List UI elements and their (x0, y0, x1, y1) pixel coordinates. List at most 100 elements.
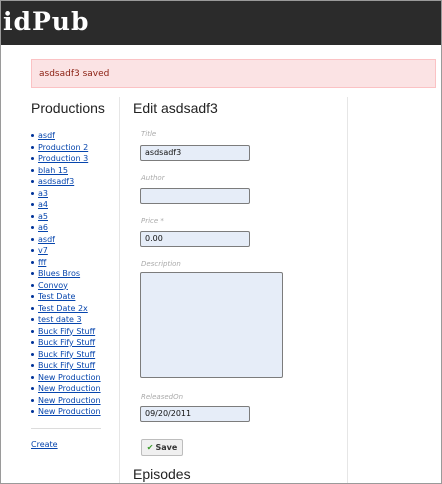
app-title: idPub (3, 7, 90, 36)
checkmark-icon: ✔ (146, 443, 154, 452)
bullet-icon (31, 398, 34, 402)
edit-heading: Edit asdsadf3 (133, 100, 218, 116)
bullet-icon (31, 387, 34, 390)
save-button[interactable]: ✔ Save (141, 439, 183, 456)
released-on-label: ReleasedOn (141, 393, 184, 401)
bullet-icon (31, 203, 34, 206)
production-link[interactable]: a4 (38, 200, 48, 209)
bullet-icon (31, 180, 34, 183)
author-field[interactable] (140, 188, 250, 204)
list-item: asdsadf3 (31, 176, 105, 188)
price-label: Price * (141, 217, 164, 225)
create-link[interactable]: Create (31, 440, 58, 449)
bullet-icon (31, 214, 34, 218)
production-link[interactable]: New Production (38, 373, 101, 382)
bullet-icon (31, 157, 34, 160)
title-label: Title (141, 130, 157, 138)
production-link[interactable]: Production 2 (38, 143, 88, 152)
bullet-icon (31, 318, 34, 321)
production-link[interactable]: Production 3 (38, 154, 88, 163)
production-link[interactable]: Test Date (38, 292, 75, 301)
list-item: Production 3 (31, 153, 105, 165)
bullet-icon (31, 191, 34, 195)
production-link[interactable]: New Production (38, 384, 101, 393)
list-item: Production 2 (31, 142, 105, 154)
production-link[interactable]: asdf (38, 131, 55, 140)
production-link[interactable]: a5 (38, 212, 48, 221)
production-link[interactable]: New Production (38, 407, 101, 416)
list-item: a6 (31, 222, 105, 234)
description-label: Description (141, 260, 181, 268)
list-item: Buck Fify Stuff (31, 349, 105, 361)
production-link[interactable]: v7 (38, 246, 48, 255)
list-item: Convoy (31, 280, 105, 292)
description-textarea[interactable] (140, 272, 283, 378)
production-link[interactable]: fff (38, 258, 46, 267)
bullet-icon (31, 237, 34, 241)
production-link[interactable]: Buck Fify Stuff (38, 350, 95, 359)
list-item: New Production (31, 406, 105, 418)
list-item: test date 3 (31, 314, 105, 326)
list-item: Test Date (31, 291, 105, 303)
list-item: a5 (31, 211, 105, 223)
bullet-icon (31, 341, 34, 344)
bullet-icon (31, 375, 34, 379)
list-item: New Production (31, 372, 105, 384)
list-item: asdf (31, 130, 105, 142)
production-link[interactable]: asdf (38, 235, 55, 244)
sidebar-heading: Productions (31, 100, 105, 116)
production-list: asdf Production 2 Production 3 blah 15 asdsa… (31, 130, 105, 418)
column-divider-right (347, 97, 348, 483)
app-header: idPub (1, 1, 441, 45)
production-link[interactable]: a6 (38, 223, 48, 232)
released-on-field[interactable]: 09/20/2011 (140, 406, 250, 422)
production-link[interactable]: a3 (38, 189, 48, 198)
production-link[interactable]: Buck Fify Stuff (38, 361, 95, 370)
productions-sidebar: Productions asdf Production 2 Production 3… (31, 100, 105, 418)
list-item: asdf (31, 234, 105, 246)
author-label: Author (141, 174, 165, 182)
column-divider-left (119, 97, 120, 483)
production-link[interactable]: Buck Fify Stuff (38, 338, 95, 347)
bullet-icon (31, 364, 34, 367)
bullet-icon (31, 306, 34, 310)
episodes-heading: Episodes (133, 466, 191, 482)
save-button-label: Save (155, 443, 178, 452)
list-item: Buck Fify Stuff (31, 326, 105, 338)
bullet-icon (31, 226, 34, 229)
price-field[interactable]: 0.00 (140, 231, 250, 247)
edit-panel: Edit asdsadf3 (133, 100, 218, 116)
list-item: New Production (31, 383, 105, 395)
production-link[interactable]: Blues Bros (38, 269, 80, 278)
bullet-icon (31, 295, 34, 298)
list-item: Test Date 2x (31, 303, 105, 315)
production-link[interactable]: New Production (38, 396, 101, 405)
list-item: fff (31, 257, 105, 269)
list-item: Buck Fify Stuff (31, 360, 105, 372)
sidebar-divider (31, 428, 101, 429)
list-item: Buck Fify Stuff (31, 337, 105, 349)
bullet-icon (31, 283, 34, 287)
bullet-icon (31, 249, 34, 252)
bullet-icon (31, 134, 34, 137)
production-link[interactable]: asdsadf3 (38, 177, 74, 186)
list-item: v7 (31, 245, 105, 257)
bullet-icon (31, 272, 34, 275)
list-item: a4 (31, 199, 105, 211)
list-item: a3 (31, 188, 105, 200)
title-field[interactable]: asdsadf3 (140, 145, 250, 161)
production-link[interactable]: blah 15 (38, 166, 68, 175)
bullet-icon (31, 260, 34, 264)
production-link[interactable]: Test Date 2x (38, 304, 88, 313)
production-link[interactable]: Convoy (38, 281, 68, 290)
bullet-icon (31, 329, 34, 333)
bullet-icon (31, 410, 34, 413)
bullet-icon (31, 168, 34, 172)
list-item: New Production (31, 395, 105, 407)
flash-message: asdsadf3 saved (31, 59, 436, 88)
bullet-icon (31, 145, 34, 149)
production-link[interactable]: Buck Fify Stuff (38, 327, 95, 336)
bullet-icon (31, 352, 34, 356)
app-window: idPub asdsadf3 saved Productions asdf Pro… (0, 0, 442, 484)
production-link[interactable]: test date 3 (38, 315, 82, 324)
